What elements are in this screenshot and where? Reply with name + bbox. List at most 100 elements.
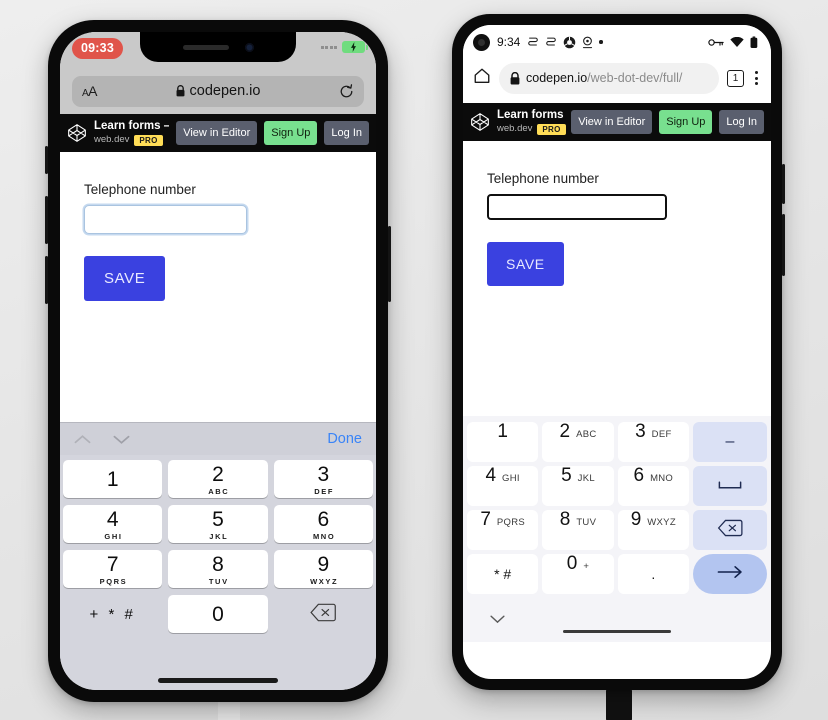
iphone-volume-up-button[interactable] bbox=[45, 196, 48, 244]
pen-title: Learn forms – virt... bbox=[497, 109, 564, 121]
ios-home-indicator[interactable] bbox=[158, 678, 278, 683]
ios-keypad: 1 2 ABC 3 DEF 4 GHI 5 JKL 6 MNO 7 PQRS 8… bbox=[60, 455, 376, 634]
key-1[interactable]: 1 bbox=[467, 421, 539, 463]
telephone-input[interactable] bbox=[84, 205, 247, 235]
key-7[interactable]: 7 PQRS bbox=[63, 550, 163, 589]
key-period[interactable]: . bbox=[617, 554, 689, 595]
android-device: 9:34 codepen.io/web-dot-dev/full/ 1 Lear… bbox=[452, 14, 785, 690]
front-camera-icon bbox=[244, 42, 254, 52]
key-digit: 1 bbox=[497, 421, 508, 443]
key-9[interactable]: 9 WXYZ bbox=[617, 509, 689, 551]
key-8[interactable]: 8 TUV bbox=[168, 550, 268, 589]
android-volume-button[interactable] bbox=[782, 214, 785, 276]
save-button[interactable]: SAVE bbox=[487, 242, 564, 287]
key-4[interactable]: 4 GHI bbox=[467, 466, 539, 507]
ios-keyboard: Done 1 2 ABC 3 DEF 4 GHI 5 JKL 6 MNO 7 P… bbox=[60, 422, 376, 690]
iphone-power-button[interactable] bbox=[388, 226, 391, 302]
key-7[interactable]: 7 PQRS bbox=[467, 510, 539, 551]
sign-up-button[interactable]: Sign Up bbox=[659, 110, 713, 135]
kebab-menu-icon[interactable] bbox=[752, 71, 761, 85]
battery-charging-icon bbox=[342, 41, 368, 53]
iphone-mute-switch[interactable] bbox=[45, 146, 48, 174]
sign-up-button[interactable]: Sign Up bbox=[264, 121, 318, 146]
key-9[interactable]: 9 WXYZ bbox=[273, 550, 373, 589]
android-status-bar: 9:34 bbox=[463, 25, 771, 59]
key-1[interactable]: 1 bbox=[63, 460, 163, 499]
view-in-editor-button[interactable]: View in Editor bbox=[571, 110, 653, 135]
key-digit: 0 bbox=[566, 553, 578, 575]
key-8[interactable]: 8 TUV bbox=[542, 510, 614, 551]
key-6[interactable]: 6 MNO bbox=[617, 465, 689, 507]
key-5[interactable]: 5 JKL bbox=[542, 466, 614, 507]
codepen-pen-info: Learn forms – virt... web.dev PRO bbox=[497, 109, 566, 136]
ios-url-label: codepen.io bbox=[189, 83, 261, 99]
key-letters: ABC bbox=[576, 429, 597, 441]
key-digit: 2 bbox=[559, 421, 571, 443]
home-icon[interactable] bbox=[473, 67, 491, 90]
key-2[interactable]: 2 ABC bbox=[168, 460, 268, 499]
key-letters: MNO bbox=[650, 473, 674, 485]
wifi-icon bbox=[730, 36, 744, 47]
telephone-input[interactable] bbox=[486, 193, 668, 222]
key-letters: GHI bbox=[502, 473, 520, 485]
key-letters: TUV bbox=[208, 576, 229, 586]
android-omnibox[interactable]: codepen.io/web-dot-dev/full/ bbox=[499, 62, 719, 94]
pro-badge: PRO bbox=[537, 124, 566, 136]
key-symbol-label: * # bbox=[494, 566, 512, 583]
space-key[interactable] bbox=[692, 466, 767, 507]
key-digit: 9 bbox=[317, 552, 330, 576]
recording-time-pill: 09:33 bbox=[72, 38, 123, 59]
dash-key[interactable]: – bbox=[692, 422, 767, 463]
key-digit: 2 bbox=[212, 462, 224, 486]
view-in-editor-button[interactable]: View in Editor bbox=[176, 121, 258, 146]
ios-url-bar: AA codepen.io bbox=[60, 74, 376, 114]
earpiece-speaker-icon bbox=[182, 44, 229, 50]
key-4[interactable]: 4 GHI bbox=[63, 505, 163, 544]
codepen-pen-info: Learn forms – virt... web.dev PRO bbox=[94, 120, 169, 147]
key-2[interactable]: 2 ABC bbox=[542, 421, 614, 463]
key-letters: TUV bbox=[576, 517, 597, 529]
android-home-indicator[interactable] bbox=[563, 629, 671, 634]
ios-keypad-row: + * # 0 bbox=[63, 595, 373, 634]
keyboard-done-button[interactable]: Done bbox=[327, 431, 362, 447]
key-0[interactable]: 0 bbox=[168, 595, 268, 634]
ios-omnibox[interactable]: AA codepen.io bbox=[72, 75, 364, 107]
android-notification-icons bbox=[527, 36, 603, 49]
ios-keyboard-accessory-bar: Done bbox=[60, 422, 376, 456]
save-button[interactable]: SAVE bbox=[84, 256, 166, 302]
enter-key[interactable] bbox=[692, 554, 767, 595]
key-digit: 6 bbox=[633, 465, 645, 487]
front-camera-punchhole-icon bbox=[473, 33, 490, 51]
log-in-button[interactable]: Log In bbox=[719, 110, 764, 135]
key-3[interactable]: 3 DEF bbox=[273, 460, 373, 499]
key-digit: 3 bbox=[317, 462, 330, 486]
android-stand bbox=[606, 688, 632, 720]
location-icon bbox=[583, 36, 593, 48]
tab-switcher-button[interactable]: 1 bbox=[727, 69, 744, 87]
signal-dots-icon bbox=[320, 45, 337, 49]
log-in-button[interactable]: Log In bbox=[324, 121, 369, 146]
chevron-down-icon[interactable] bbox=[489, 611, 506, 629]
key-6[interactable]: 6 MNO bbox=[273, 505, 373, 544]
key-letters: WXYZ bbox=[647, 517, 676, 529]
backspace-key[interactable] bbox=[274, 595, 373, 633]
android-power-button[interactable] bbox=[782, 164, 785, 204]
backspace-key[interactable] bbox=[692, 510, 767, 551]
battery-icon bbox=[750, 35, 758, 48]
codepen-header: Learn forms – virt... web.dev PRO View i… bbox=[60, 114, 376, 153]
key-symbols[interactable]: + * # bbox=[63, 595, 162, 633]
codepen-logo-icon bbox=[470, 112, 490, 132]
key-0[interactable]: 0 + bbox=[542, 553, 614, 595]
chevron-up-icon[interactable] bbox=[74, 434, 91, 445]
key-3[interactable]: 3 DEF bbox=[617, 422, 689, 463]
skype-icon bbox=[528, 37, 539, 46]
key-letters: PQRS bbox=[496, 517, 526, 529]
key-symbols[interactable]: * # bbox=[467, 554, 539, 595]
key-5[interactable]: 5 JKL bbox=[168, 505, 268, 544]
ios-keypad-row: 7 PQRS 8 TUV 9 WXYZ bbox=[63, 550, 373, 589]
android-keypad-row: 1 2 ABC 3 DEF – bbox=[467, 421, 767, 463]
chevron-down-icon[interactable] bbox=[113, 434, 130, 445]
key-digit: 4 bbox=[106, 507, 119, 531]
iphone-volume-down-button[interactable] bbox=[45, 256, 48, 304]
key-digit: 9 bbox=[630, 509, 642, 531]
